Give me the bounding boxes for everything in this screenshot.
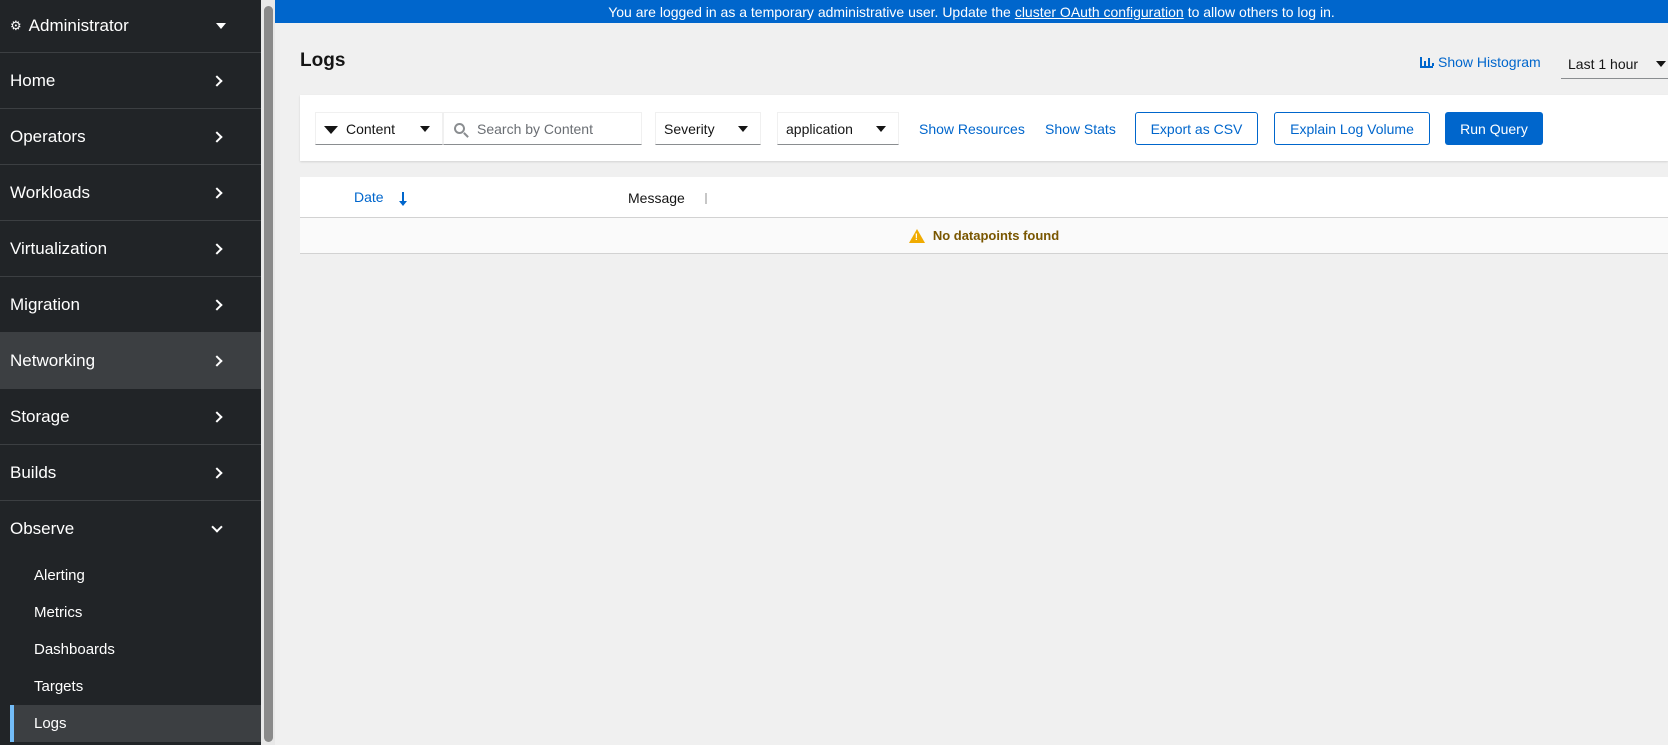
search-field[interactable] xyxy=(443,112,642,145)
caret-down-icon xyxy=(420,125,430,132)
empty-message: No datapoints found xyxy=(932,228,1060,243)
time-range-value: Last 1 hour xyxy=(1568,56,1639,72)
caret-down-icon xyxy=(1656,61,1667,67)
sidebar-item-storage[interactable]: Storage xyxy=(0,389,261,445)
sidebar-subitem-metrics[interactable]: Metrics xyxy=(0,594,261,631)
column-header-message-label: Message xyxy=(628,190,685,206)
chevron-down-icon xyxy=(211,521,223,533)
sidebar-item-observe[interactable]: Observe xyxy=(0,501,261,557)
sidebar-item-label: Operators xyxy=(10,126,86,146)
sidebar-item-label: Home xyxy=(10,70,56,90)
sidebar-scrollbar-thumb[interactable] xyxy=(264,6,273,742)
filter-attribute-value: Content xyxy=(346,120,396,137)
caret-down-icon xyxy=(876,125,886,132)
chevron-right-icon xyxy=(211,354,223,367)
sidebar-subitem-alerting[interactable]: Alerting xyxy=(0,557,261,594)
chevron-right-icon xyxy=(211,410,223,423)
sidebar-item-label: Builds xyxy=(10,462,57,482)
sidebar-item-label: Migration xyxy=(10,294,80,314)
perspective-label: Administrator xyxy=(28,16,129,35)
warning-triangle-icon: ! xyxy=(908,228,925,243)
sidebar-item-workloads[interactable]: Workloads xyxy=(0,165,261,221)
sort-icon xyxy=(704,192,707,204)
sidebar-item-label: Virtualization xyxy=(10,238,108,258)
sidebar-item-networking[interactable]: Networking xyxy=(0,333,261,389)
chevron-right-icon xyxy=(211,74,223,87)
query-toolbar: Content Severity application Show Resour… xyxy=(300,95,1668,161)
search-input[interactable] xyxy=(477,120,627,137)
filter-attribute-dropdown[interactable]: Content xyxy=(315,112,443,145)
chevron-right-icon xyxy=(211,186,223,199)
cluster-oauth-link[interactable]: cluster OAuth configuration xyxy=(1015,4,1184,20)
sidebar-item-migration[interactable]: Migration xyxy=(0,277,261,333)
chevron-right-icon xyxy=(211,466,223,479)
banner-text-before: You are logged in as a temporary adminis… xyxy=(608,3,1011,20)
chevron-right-icon xyxy=(211,242,223,255)
tenant-dropdown[interactable]: application xyxy=(777,112,899,145)
sidebar-item-label: Networking xyxy=(10,350,96,370)
cogs-icon: ⚙ xyxy=(10,18,22,33)
sidebar-item-virtualization[interactable]: Virtualization xyxy=(0,221,261,277)
tenant-value: application xyxy=(786,120,853,137)
sidebar-subitem-logs[interactable]: Logs xyxy=(10,705,261,742)
column-header-date[interactable]: Date xyxy=(354,189,407,206)
sidebar-item-builds[interactable]: Builds xyxy=(0,445,261,501)
show-histogram-button[interactable]: Show Histogram xyxy=(1420,54,1541,70)
show-stats-button[interactable]: Show Stats xyxy=(1045,112,1116,145)
severity-dropdown[interactable]: Severity xyxy=(655,112,761,145)
severity-label: Severity xyxy=(664,120,715,137)
filter-icon xyxy=(324,125,338,134)
sidebar-subitem-targets[interactable]: Targets xyxy=(0,668,261,705)
chevron-right-icon xyxy=(211,130,223,143)
sidebar-item-home[interactable]: Home xyxy=(0,53,261,109)
chevron-right-icon xyxy=(211,298,223,311)
run-query-button[interactable]: Run Query xyxy=(1445,112,1543,145)
sidebar-item-label: Observe xyxy=(10,519,75,538)
show-histogram-label: Show Histogram xyxy=(1438,54,1541,70)
bar-chart-icon xyxy=(1420,56,1434,68)
column-header-message[interactable]: Message xyxy=(628,190,707,206)
explain-log-volume-button[interactable]: Explain Log Volume xyxy=(1274,112,1430,145)
show-resources-button[interactable]: Show Resources xyxy=(919,112,1025,145)
sidebar-item-operators[interactable]: Operators xyxy=(0,109,261,165)
time-range-dropdown[interactable]: Last 1 hour xyxy=(1561,50,1668,79)
logs-table-header: Date Message xyxy=(300,177,1668,218)
caret-down-icon xyxy=(216,23,226,29)
sidebar-subitem-dashboards[interactable]: Dashboards xyxy=(0,631,261,668)
empty-state-row: ! No datapoints found xyxy=(300,218,1668,254)
sort-descending-icon xyxy=(398,191,407,206)
sidebar-item-label: Workloads xyxy=(10,182,90,202)
caret-down-icon xyxy=(738,125,748,132)
sidebar-nav: ⚙ Administrator Home Operators Workloads… xyxy=(0,0,261,745)
temporary-admin-banner: You are logged in as a temporary adminis… xyxy=(275,0,1668,23)
page-title: Logs xyxy=(300,50,346,71)
perspective-switcher[interactable]: ⚙ Administrator xyxy=(0,0,261,53)
banner-text-after: to allow others to log in. xyxy=(1187,3,1335,20)
column-header-date-label: Date xyxy=(354,189,384,205)
sidebar-item-label: Storage xyxy=(10,406,70,426)
export-csv-button[interactable]: Export as CSV xyxy=(1135,112,1258,145)
search-icon xyxy=(454,123,465,134)
